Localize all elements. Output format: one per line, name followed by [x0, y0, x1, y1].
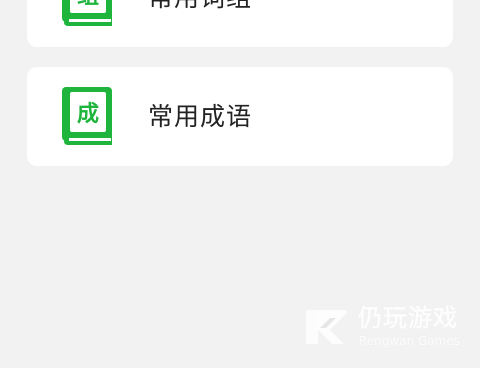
book-icon: 成: [62, 87, 112, 145]
rengwan-logo-icon: [306, 310, 347, 344]
watermark-name-cn: 仍玩游戏: [358, 304, 458, 332]
list-item-phrases[interactable]: 组 常用词组: [27, 0, 453, 47]
book-icon: 组: [62, 0, 112, 26]
list-item-label: 常用成语: [148, 102, 253, 131]
book-icon-char: 成: [77, 102, 99, 127]
book-icon-char: 组: [77, 0, 99, 9]
watermark: 仍玩游戏 Rengwan Games: [304, 304, 464, 352]
watermark-name-en: Rengwan Games: [359, 334, 460, 348]
list-item-label: 常用词组: [148, 0, 252, 14]
list-item-idioms[interactable]: 成 常用成语: [27, 67, 453, 166]
